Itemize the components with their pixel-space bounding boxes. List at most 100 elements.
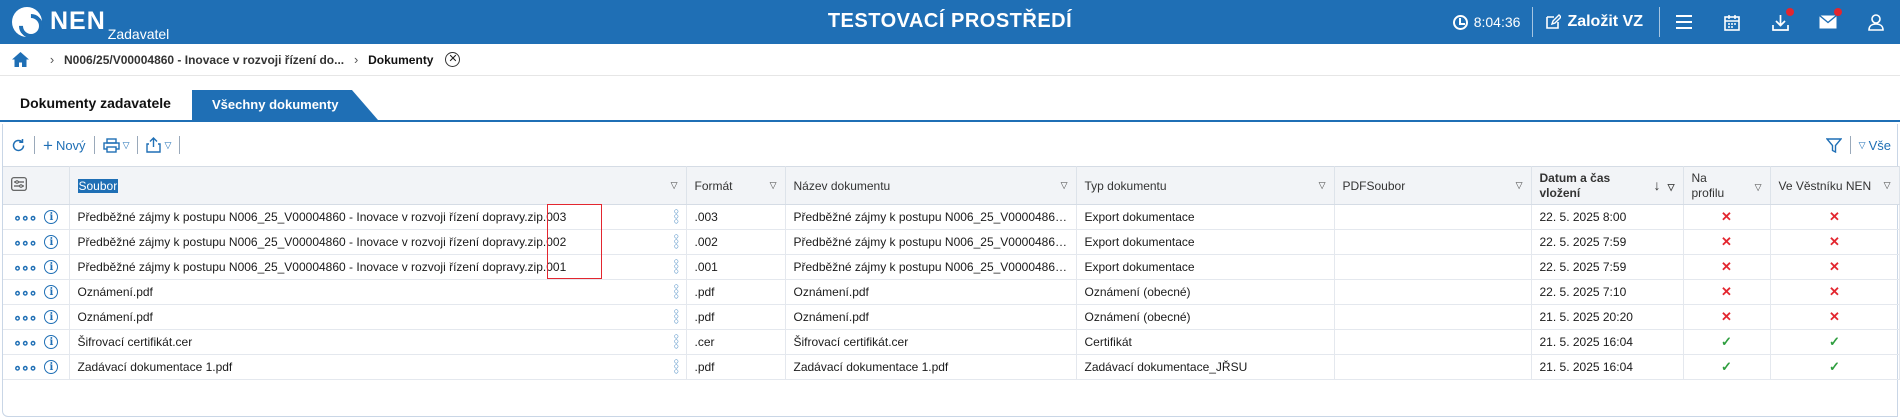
more-options-icon[interactable]: ∘∘∘ — [13, 209, 37, 226]
cell-typ: Oznámení (obecné) — [1076, 304, 1335, 330]
cell-pdf — [1334, 279, 1532, 305]
kebab-menu-icon[interactable]: ○ ○ ○ — [674, 332, 680, 351]
messages-button[interactable] — [1804, 0, 1852, 44]
caret-down-icon[interactable]: ▽ — [671, 180, 678, 191]
menu-button[interactable] — [1660, 0, 1708, 44]
column-header-pdf[interactable]: PDFSoubor ▽ — [1334, 166, 1532, 205]
menu-icon — [1676, 15, 1692, 29]
column-header-profil[interactable]: Na profilu ▽ — [1683, 166, 1771, 205]
kebab-menu-icon[interactable]: ○ ○ ○ — [674, 357, 680, 376]
info-icon[interactable]: i — [44, 310, 59, 324]
cell-soubor[interactable]: Předběžné zájmy k postupu N006_25_V00004… — [69, 204, 687, 230]
print-button[interactable]: ▽ — [95, 137, 138, 153]
more-options-icon[interactable]: ∘∘∘ — [13, 234, 37, 251]
cell-soubor[interactable]: Předběžné zájmy k postupu N006_25_V00004… — [69, 254, 687, 280]
info-icon[interactable]: i — [44, 260, 59, 274]
cell-soubor[interactable]: Oznámení.pdf ○ ○ ○ — [69, 279, 687, 305]
cell-datum: 22. 5. 2025 8:00 — [1531, 204, 1684, 230]
cell-typ: Export dokumentace — [1076, 229, 1335, 255]
more-options-icon[interactable]: ∘∘∘ — [13, 284, 37, 301]
caret-down-icon[interactable]: ▽ — [1061, 180, 1068, 191]
info-icon[interactable]: i — [44, 285, 59, 299]
filter-all-dropdown[interactable]: ▽ Vše — [1851, 138, 1899, 153]
caret-down-icon[interactable]: ▽ — [1319, 180, 1326, 191]
cell-pdf — [1334, 354, 1532, 380]
caret-down-icon[interactable]: ▽ — [1516, 180, 1523, 191]
kebab-menu-icon[interactable]: ○ ○ ○ — [674, 232, 680, 251]
caret-down-icon: ▽ — [1858, 139, 1866, 150]
breadcrumb: › N006/25/V00004860 - Inovace v rozvoji … — [0, 44, 1900, 76]
kebab-menu-icon[interactable]: ○ ○ ○ — [674, 307, 680, 326]
table-row[interactable]: ∘∘∘ i Předběžné zájmy k postupu N006_25_… — [3, 254, 1900, 280]
breadcrumb-procedure[interactable]: N006/25/V00004860 - Inovace v rozvoji ří… — [64, 53, 344, 67]
refresh-icon — [12, 138, 25, 151]
home-button[interactable] — [0, 52, 40, 67]
info-icon[interactable]: i — [44, 210, 59, 224]
caret-down-icon: ▽ — [122, 139, 130, 150]
table-row[interactable]: ∘∘∘ i Šifrovací certifikát.cer ○ ○ ○ .cer … — [3, 329, 1900, 355]
new-button[interactable]: + Nový — [35, 137, 94, 154]
cell-typ: Export dokumentace — [1076, 254, 1335, 280]
cell-nazev: Předběžné zájmy k postupu N006_25_V00004… — [785, 229, 1077, 255]
table-row[interactable]: ∘∘∘ i Zadávací dokumentace 1.pdf ○ ○ ○ .pd… — [3, 354, 1900, 380]
more-options-icon[interactable]: ∘∘∘ — [13, 334, 37, 351]
create-vz-button[interactable]: Založit VZ — [1533, 13, 1659, 31]
info-icon[interactable]: i — [44, 335, 59, 349]
kebab-menu-icon[interactable]: ○ ○ ○ — [674, 257, 680, 276]
breadcrumb-current: Dokumenty — [368, 52, 434, 67]
cell-format: .pdf — [686, 354, 786, 380]
downloads-button[interactable] — [1756, 0, 1804, 44]
table-row[interactable]: ∘∘∘ i Předběžné zájmy k postupu N006_25_… — [3, 229, 1900, 255]
cell-soubor[interactable]: Zadávací dokumentace 1.pdf ○ ○ ○ — [69, 354, 687, 380]
filter-button[interactable] — [1818, 137, 1850, 153]
edit-icon — [1546, 14, 1562, 29]
toolbar: + Nový ▽ ▽ ▽ Vše — [3, 124, 1899, 166]
nen-logo[interactable]: NEN Zadavatel — [12, 6, 170, 42]
cell-format: .001 — [686, 254, 786, 280]
table-row[interactable]: ∘∘∘ i Předběžné zájmy k postupu N006_25_… — [3, 204, 1900, 230]
table-row[interactable]: ∘∘∘ i Oznámení.pdf ○ ○ ○ .pdf Oznámení.pdf… — [3, 304, 1900, 330]
column-header-soubor[interactable]: Soubor ▽ — [69, 166, 687, 205]
cell-vestnik: ✕ — [1770, 279, 1900, 305]
user-button[interactable] — [1852, 0, 1900, 44]
cell-nazev: Oznámení.pdf — [785, 279, 1077, 305]
cell-soubor[interactable]: Předběžné zájmy k postupu N006_25_V00004… — [69, 229, 687, 255]
cell-profil: ✕ — [1683, 254, 1771, 280]
cell-soubor[interactable]: Šifrovací certifikát.cer ○ ○ ○ — [69, 329, 687, 355]
close-icon[interactable]: ✕ — [445, 52, 461, 67]
column-header-nazev[interactable]: Název dokumentu ▽ — [785, 166, 1077, 205]
caret-down-icon[interactable]: ▽ — [1884, 180, 1891, 191]
tab-all-documents[interactable]: Všechny dokumenty — [192, 90, 378, 120]
logo-subtitle: Zadavatel — [107, 26, 170, 42]
tabs-underline — [0, 120, 1900, 122]
create-vz-label: Založit VZ — [1567, 13, 1643, 30]
sort-desc-arrow-icon[interactable]: ↓ — [1654, 178, 1661, 193]
column-header-format[interactable]: Formát ▽ — [686, 166, 786, 205]
refresh-button[interactable] — [3, 138, 34, 153]
caret-down-icon[interactable]: ▽ — [1668, 180, 1675, 195]
caret-down-icon[interactable]: ▽ — [770, 180, 777, 191]
more-options-icon[interactable]: ∘∘∘ — [13, 259, 37, 276]
caret-down-icon[interactable]: ▽ — [1755, 180, 1762, 195]
tab-all-documents-label: Všechny dokumenty — [212, 97, 339, 112]
column-header-vestnik[interactable]: Ve Věstníku NEN ▽ — [1770, 166, 1900, 205]
cell-datum: 22. 5. 2025 7:10 — [1531, 279, 1684, 305]
column-header-datum[interactable]: Datum a čas vložení ↓ ▽ — [1531, 166, 1684, 205]
kebab-menu-icon[interactable]: ○ ○ ○ — [674, 207, 680, 226]
printer-icon — [102, 137, 120, 153]
cell-vestnik: ✕ — [1770, 229, 1900, 255]
info-icon[interactable]: i — [44, 360, 59, 374]
cell-soubor[interactable]: Oznámení.pdf ○ ○ ○ — [69, 304, 687, 330]
info-icon[interactable]: i — [44, 235, 59, 249]
kebab-menu-icon[interactable]: ○ ○ ○ — [674, 282, 680, 301]
more-options-icon[interactable]: ∘∘∘ — [13, 309, 37, 326]
cell-nazev: Předběžné zájmy k postupu N006_25_V00004… — [785, 204, 1077, 230]
calendar-button[interactable] — [1708, 0, 1756, 44]
cell-typ: Oznámení (obecné) — [1076, 279, 1335, 305]
column-header-typ[interactable]: Typ dokumentu ▽ — [1076, 166, 1335, 205]
tab-documents-contracting[interactable]: Dokumenty zadavatele — [12, 90, 179, 120]
column-settings-header[interactable] — [3, 166, 70, 205]
table-row[interactable]: ∘∘∘ i Oznámení.pdf ○ ○ ○ .pdf Oznámení.pdf… — [3, 279, 1900, 305]
more-options-icon[interactable]: ∘∘∘ — [13, 359, 37, 376]
export-button[interactable]: ▽ — [138, 137, 179, 153]
